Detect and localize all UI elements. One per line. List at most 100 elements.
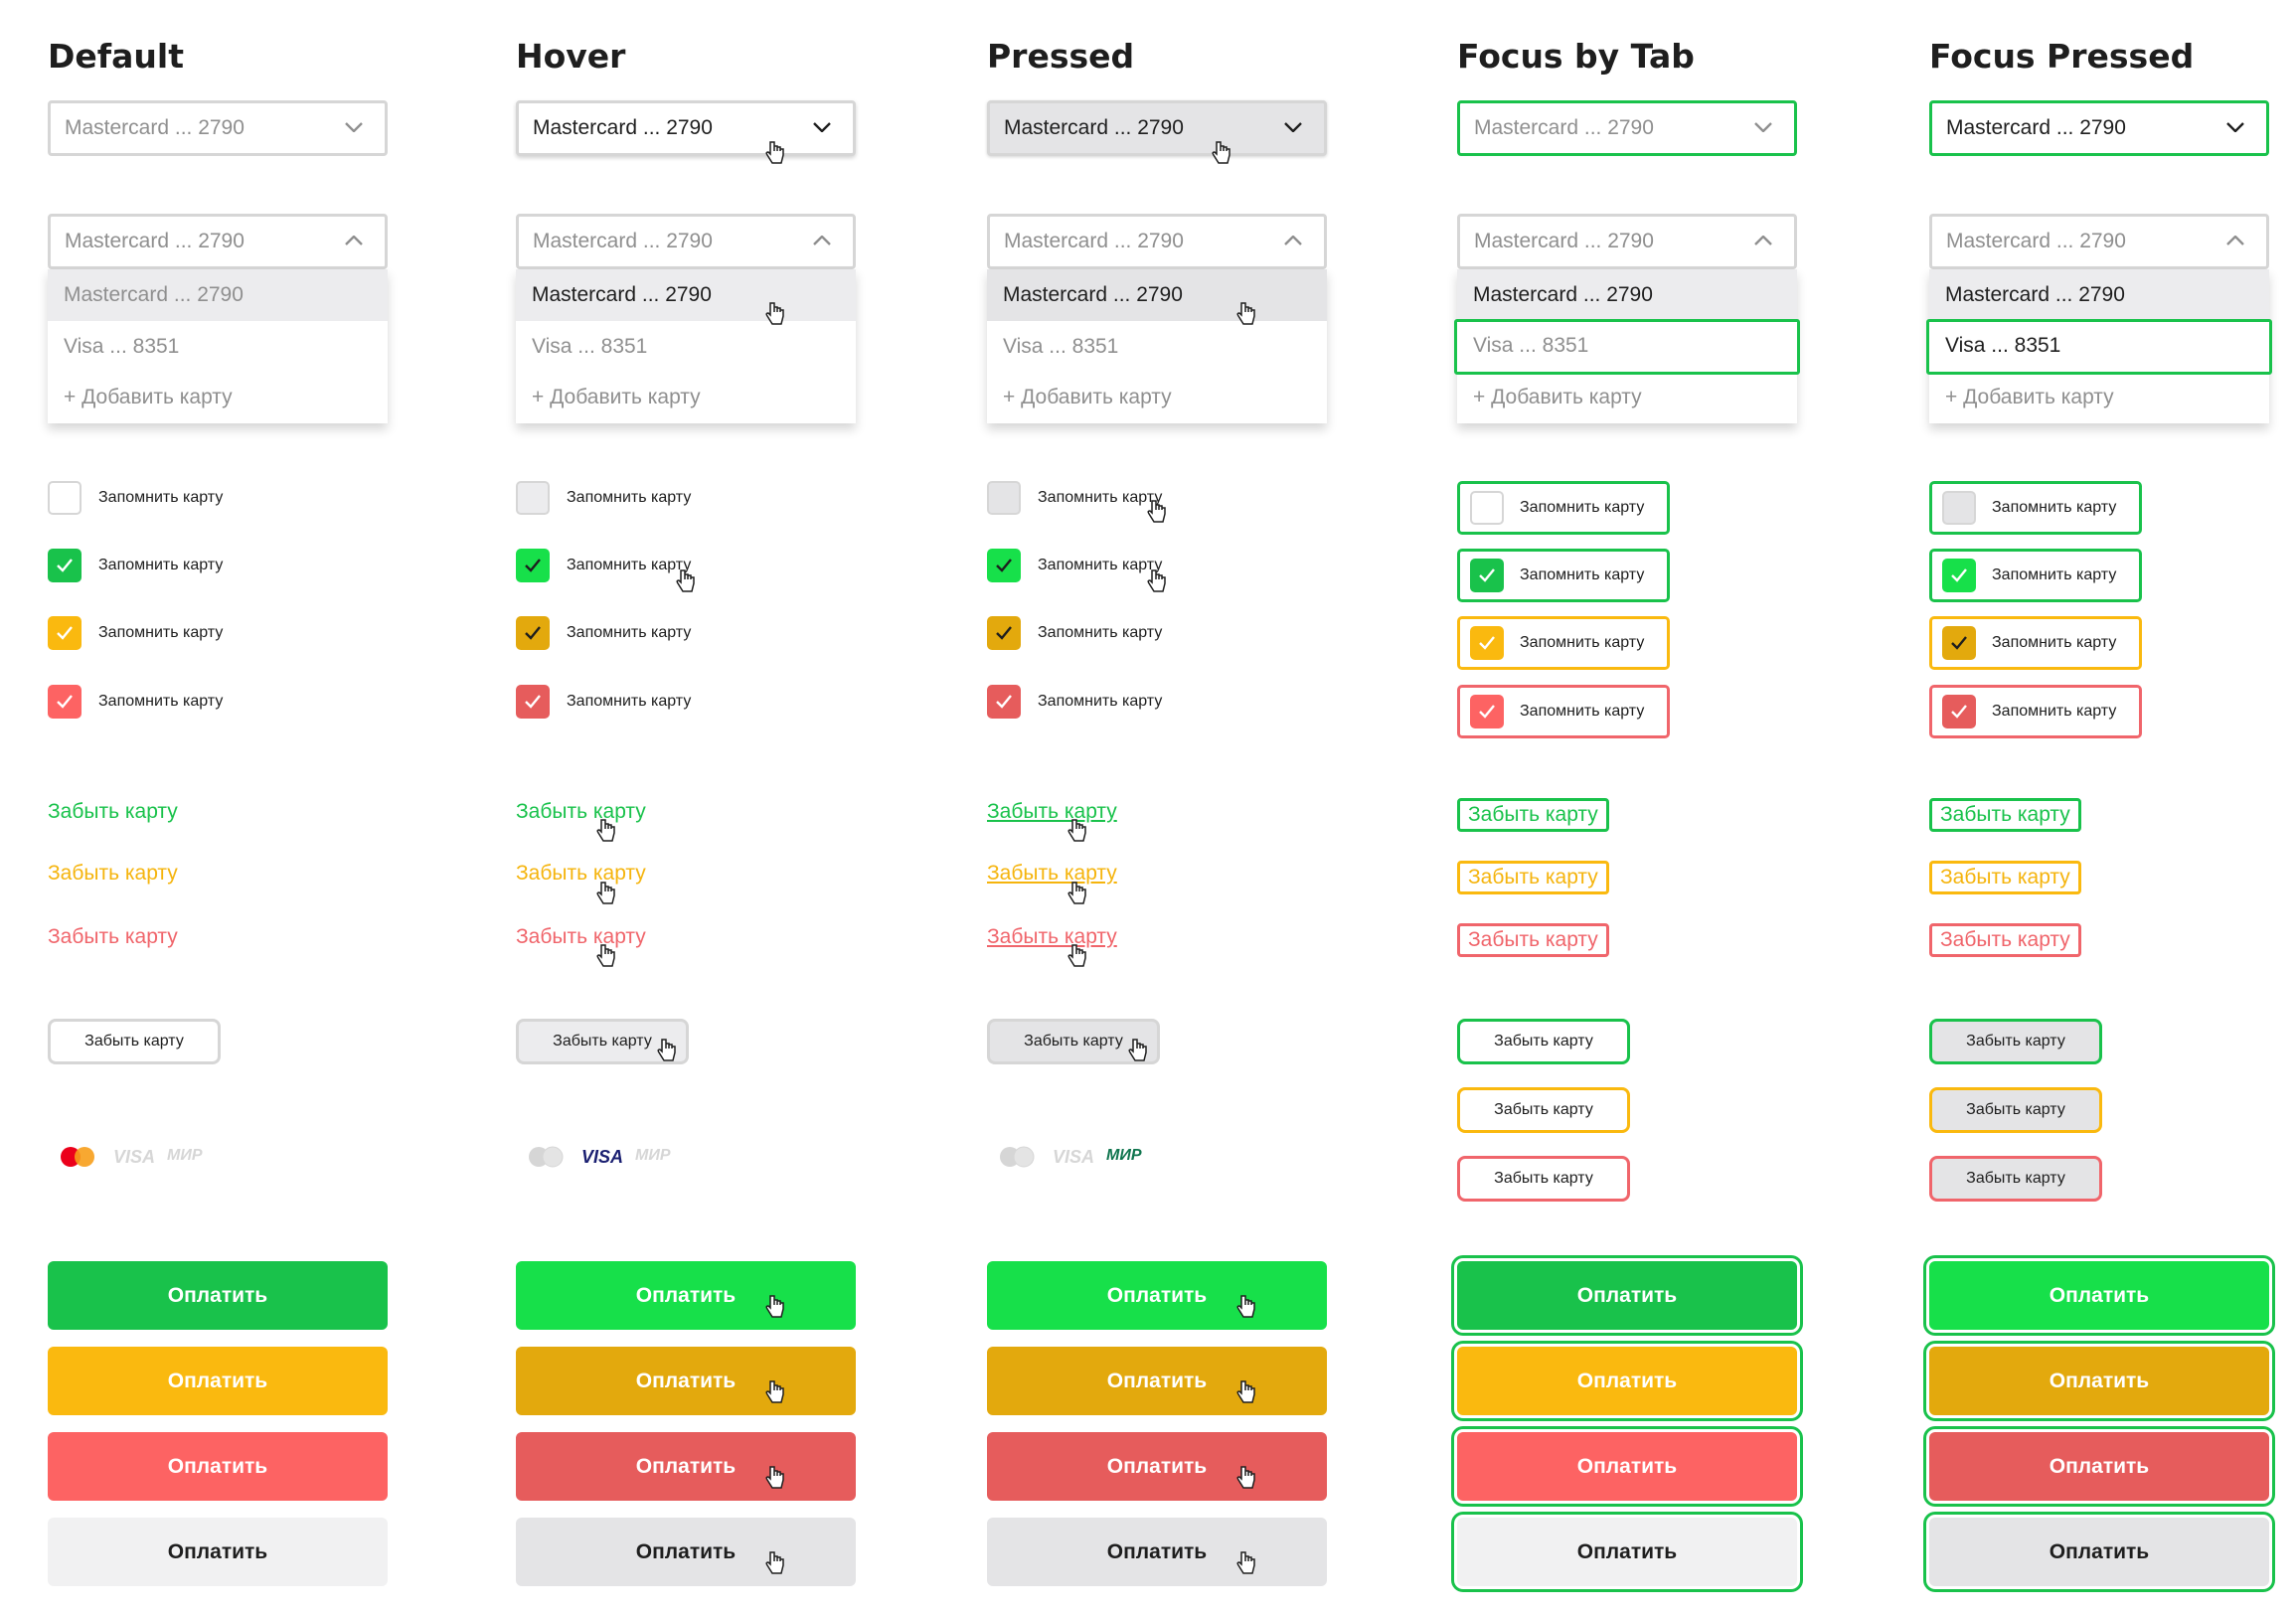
mir-logo: МИР [167,1147,203,1164]
checkbox-box [987,616,1021,650]
pay-button-gray[interactable]: Оплатить [48,1518,388,1586]
pay-button-green[interactable]: Оплатить [1929,1261,2269,1330]
remember-card-checkbox-checked-red[interactable]: Запомнить карту [1929,685,2142,738]
card-select[interactable]: Mastercard ... 2790 [516,100,856,156]
pay-button-red[interactable]: Оплатить [987,1432,1327,1501]
forget-card-link-red[interactable]: Забыть карту [516,925,646,949]
checkbox-label: Запомнить карту [567,557,692,573]
checkbox-label: Запомнить карту [1038,624,1163,641]
remember-card-checkbox-checked-green[interactable]: Запомнить карту [1457,549,1670,602]
remember-card-checkbox-checked-green[interactable]: Запомнить карту [1929,549,2142,602]
check-icon [1479,636,1495,650]
forget-card-link-red[interactable]: Забыть карту [987,925,1117,949]
remember-card-checkbox-checked-red[interactable]: Запомнить карту [1457,685,1670,738]
menu-option-add-card[interactable]: + Добавить карту [516,372,856,423]
card-select-open[interactable]: Mastercard ... 2790 [1457,214,1797,269]
forget-card-button-red[interactable]: Забыть карту [1457,1156,1630,1202]
forget-card-link-yellow[interactable]: Забыть карту [48,862,178,886]
forget-card-button-green[interactable]: Забыть карту [1929,1019,2102,1064]
hand-cursor-icon [676,569,695,592]
mastercard-icon [61,1147,94,1167]
pay-button-gray[interactable]: Оплатить [987,1518,1327,1586]
chevron-down-icon [1754,122,1772,132]
checkbox-box [48,616,82,650]
menu-option-visa[interactable]: Visa ... 8351 [516,321,856,373]
hand-cursor-icon [765,1551,784,1574]
menu-option-add-card[interactable]: + Добавить карту [987,372,1327,423]
pay-button-red[interactable]: Оплатить [516,1432,856,1501]
pay-button-yellow[interactable]: Оплатить [1457,1347,1797,1415]
forget-card-link-red[interactable]: Забыть карту [48,925,178,949]
forget-card-button[interactable]: Забыть карту [48,1019,221,1064]
forget-card-button-yellow[interactable]: Забыть карту [1929,1087,2102,1133]
menu-option-mastercard[interactable]: Mastercard ... 2790 [48,269,388,321]
menu-option-mastercard[interactable]: Mastercard ... 2790 [1929,269,2269,321]
card-select[interactable]: Mastercard ... 2790 [1457,100,1797,156]
checkbox-box [1470,626,1504,660]
chevron-up-icon [1754,236,1772,245]
menu-option-add-card[interactable]: + Добавить карту [1457,372,1797,423]
card-select-open[interactable]: Mastercard ... 2790 [987,214,1327,269]
check-icon [1951,705,1967,719]
forget-card-link-green[interactable]: Забыть карту [516,800,646,824]
forget-card-link-red[interactable]: Забыть карту [1457,923,1609,957]
checkbox-label: Запомнить карту [98,489,224,506]
remember-card-checkbox-checked-yellow[interactable]: Запомнить карту [1929,616,2142,670]
pay-button-red[interactable]: Оплатить [48,1432,388,1501]
forget-card-link-green[interactable]: Забыть карту [1457,798,1609,832]
menu-option-mastercard[interactable]: Mastercard ... 2790 [1457,269,1797,321]
pay-button-gray[interactable]: Оплатить [1457,1518,1797,1586]
forget-card-link-yellow[interactable]: Забыть карту [1929,861,2081,894]
checkbox-label: Запомнить карту [1038,693,1163,710]
forget-card-link-yellow[interactable]: Забыть карту [987,862,1117,886]
forget-card-link-yellow[interactable]: Забыть карту [1457,861,1609,894]
select-value: Mastercard ... 2790 [65,230,245,252]
menu-option-visa[interactable]: Visa ... 8351 [48,321,388,373]
card-select-open[interactable]: Mastercard ... 2790 [516,214,856,269]
menu-option-add-card[interactable]: + Добавить карту [48,372,388,423]
pay-button-yellow[interactable]: Оплатить [1929,1347,2269,1415]
menu-option-visa[interactable]: Visa ... 8351 [987,321,1327,373]
remember-card-checkbox[interactable]: Запомнить карту [1929,481,2142,535]
card-select[interactable]: Mastercard ... 2790 [1929,100,2269,156]
pay-button-green[interactable]: Оплатить [516,1261,856,1330]
hand-cursor-icon [1236,1466,1255,1489]
pay-button-yellow[interactable]: Оплатить [48,1347,388,1415]
forget-card-button-green[interactable]: Забыть карту [1457,1019,1630,1064]
pay-button-green[interactable]: Оплатить [48,1261,388,1330]
pay-button-gray[interactable]: Оплатить [516,1518,856,1586]
card-select-open[interactable]: Mastercard ... 2790 [48,214,388,269]
hand-cursor-icon [765,1295,784,1318]
checkbox-label: Запомнить карту [1992,566,2117,583]
pay-button-green[interactable]: Оплатить [1457,1261,1797,1330]
menu-option-mastercard[interactable]: Mastercard ... 2790 [516,269,856,321]
pay-button-red[interactable]: Оплатить [1929,1432,2269,1501]
pay-button-green[interactable]: Оплатить [987,1261,1327,1330]
pay-button-gray[interactable]: Оплатить [1929,1518,2269,1586]
menu-option-visa[interactable]: Visa ... 8351 [1454,319,1800,375]
checkbox-box [1942,695,1976,728]
column-heading: Focus by Tab [1457,37,1695,76]
menu-option-mastercard[interactable]: Mastercard ... 2790 [987,269,1327,321]
pay-button-red[interactable]: Оплатить [1457,1432,1797,1501]
card-select-open[interactable]: Mastercard ... 2790 [1929,214,2269,269]
forget-card-link-yellow[interactable]: Забыть карту [516,862,646,886]
forget-card-button-yellow[interactable]: Забыть карту [1457,1087,1630,1133]
pay-button-yellow[interactable]: Оплатить [516,1347,856,1415]
payment-logos: VISA МИР [48,1142,246,1172]
forget-card-link-red[interactable]: Забыть карту [1929,923,2081,957]
card-select[interactable]: Mastercard ... 2790 [48,100,388,156]
pay-button-yellow[interactable]: Оплатить [987,1347,1327,1415]
hand-cursor-icon [765,1380,784,1403]
forget-card-link-green[interactable]: Забыть карту [1929,798,2081,832]
forget-card-link-green[interactable]: Забыть карту [48,800,178,824]
hand-cursor-icon [1236,1295,1255,1318]
forget-card-link-green[interactable]: Забыть карту [987,800,1117,824]
remember-card-checkbox[interactable]: Запомнить карту [1457,481,1670,535]
forget-card-button-red[interactable]: Забыть карту [1929,1156,2102,1202]
menu-option-add-card[interactable]: + Добавить карту [1929,372,2269,423]
menu-option-visa[interactable]: Visa ... 8351 [1926,319,2272,375]
remember-card-checkbox-checked-yellow[interactable]: Запомнить карту [1457,616,1670,670]
hand-cursor-icon [1236,1551,1255,1574]
card-select[interactable]: Mastercard ... 2790 [987,100,1327,156]
